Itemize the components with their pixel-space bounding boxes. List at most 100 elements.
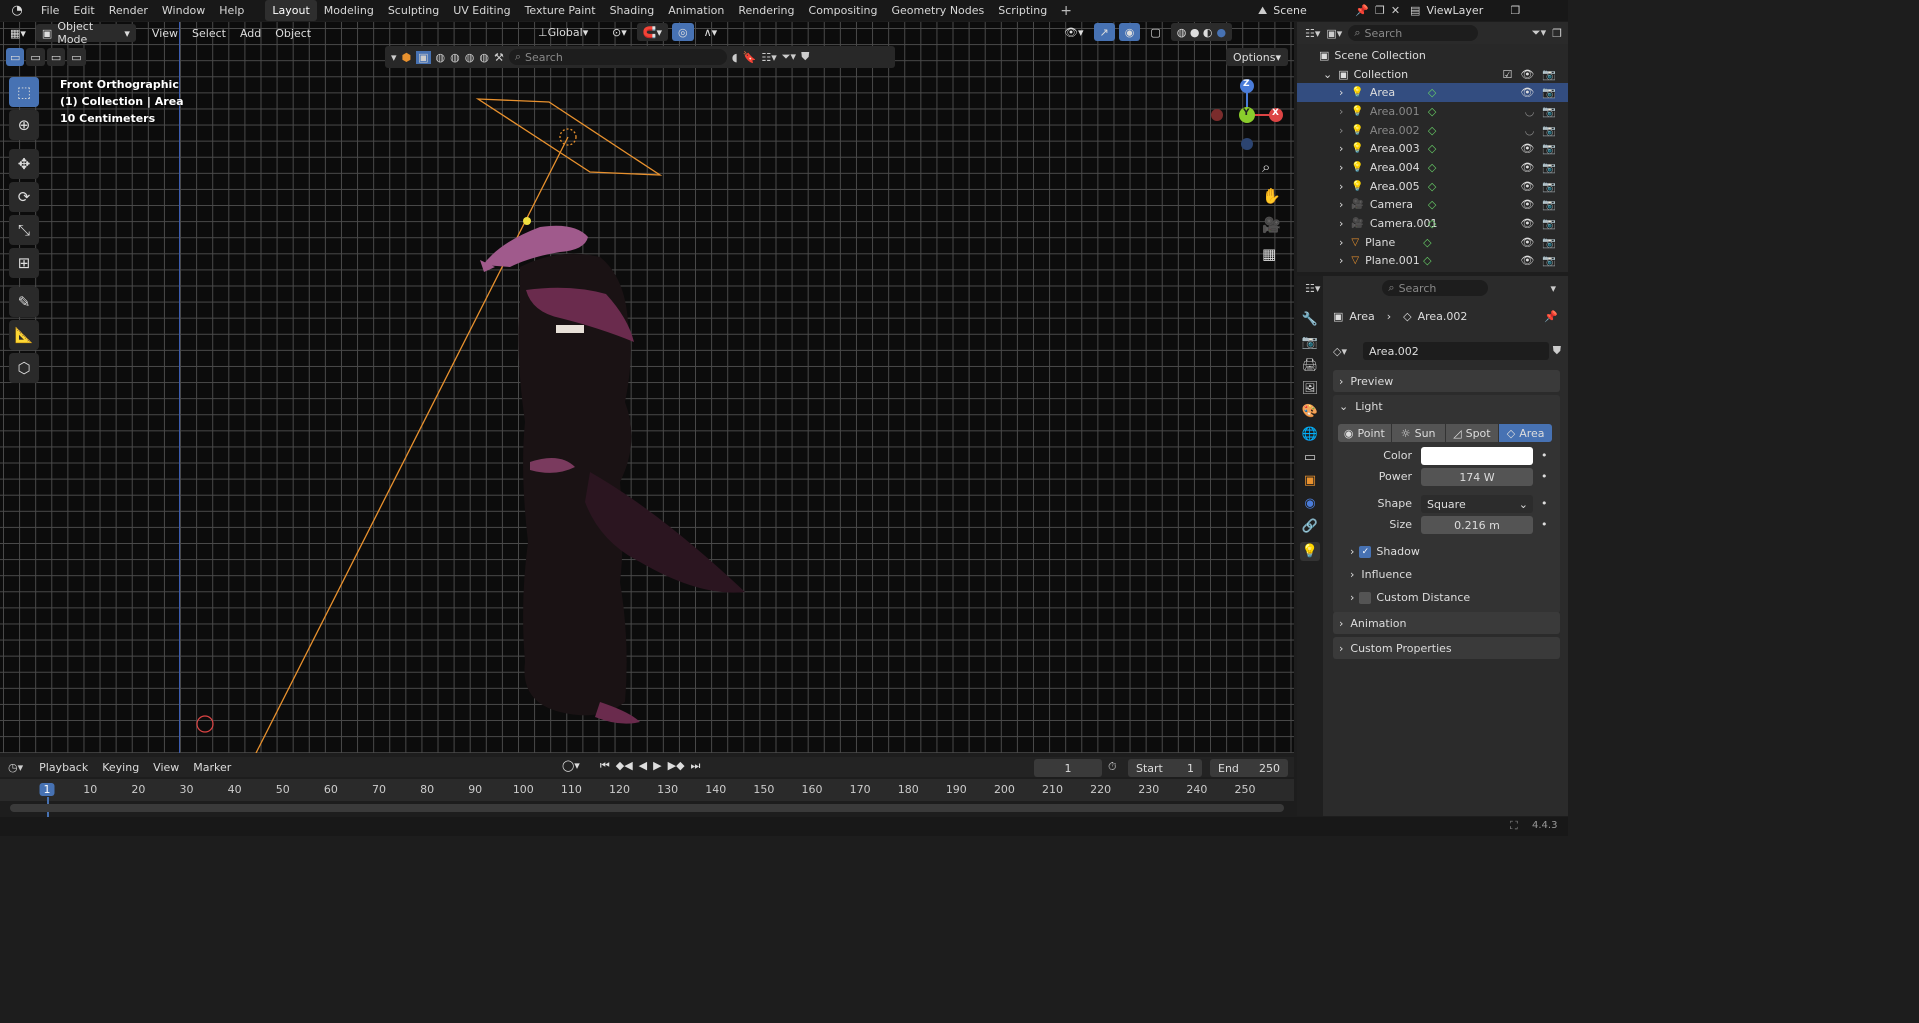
- eye-icon[interactable]: ◡: [1525, 124, 1535, 137]
- eye-icon[interactable]: 👁: [1520, 254, 1534, 267]
- tab-rendering[interactable]: Rendering: [731, 0, 801, 21]
- tab-modeling[interactable]: Modeling: [317, 0, 381, 21]
- viewlayer-icon[interactable]: ▤: [1410, 4, 1420, 17]
- chevron-right-icon[interactable]: ›: [1339, 217, 1343, 230]
- timeline-editor-icon[interactable]: ◷▾: [8, 761, 23, 774]
- scene-icon[interactable]: ⛰: [1258, 4, 1267, 18]
- eye-icon[interactable]: 👁: [1520, 217, 1534, 230]
- preview-panel-header[interactable]: › Preview: [1333, 370, 1560, 392]
- keyframe-dot-icon[interactable]: •: [1541, 470, 1548, 483]
- outliner-row[interactable]: › 💡 Area.003 ◇ 👁 📷: [1297, 139, 1568, 158]
- add-workspace-icon[interactable]: +: [1054, 3, 1078, 19]
- scene-tab-icon[interactable]: 🎨: [1302, 404, 1318, 419]
- camera-render-icon[interactable]: 📷: [1542, 180, 1556, 193]
- outliner-editor-icon[interactable]: ☷▾: [1305, 27, 1320, 40]
- tool-tab-icon[interactable]: 🔧: [1302, 312, 1318, 327]
- camera-render-icon[interactable]: 📷: [1542, 161, 1556, 174]
- jump-end-icon[interactable]: ⏭: [691, 759, 701, 773]
- chevron-right-icon[interactable]: ›: [1339, 124, 1343, 137]
- outliner-row[interactable]: › ▽ Plane ◇ 👁 📷: [1297, 233, 1568, 252]
- navigation-gizmo[interactable]: Z X Y: [1208, 76, 1288, 156]
- pin-icon[interactable]: 📌: [1355, 4, 1369, 17]
- collection-tab-icon[interactable]: ▭: [1304, 450, 1316, 465]
- light-data-tab-icon[interactable]: 💡: [1299, 542, 1321, 561]
- camera-render-icon[interactable]: 📷: [1542, 124, 1556, 137]
- camera-render-icon[interactable]: 📷: [1542, 68, 1556, 81]
- size-field[interactable]: 0.216 m: [1421, 516, 1533, 534]
- play-icon[interactable]: ▶: [653, 759, 661, 773]
- tab-animation[interactable]: Animation: [661, 0, 731, 21]
- timeline-menu-keying[interactable]: Keying: [96, 758, 145, 776]
- datablock-browse-icon[interactable]: ◇▾: [1333, 345, 1359, 358]
- eye-icon[interactable]: ◡: [1525, 105, 1535, 118]
- shadow-checkbox[interactable]: ✓: [1359, 545, 1372, 558]
- blender-logo-icon[interactable]: ◔: [0, 3, 34, 18]
- properties-search-input[interactable]: ⌕ Search: [1382, 280, 1489, 296]
- outliner-row[interactable]: › 💡 Area ◇ 👁 📷: [1297, 83, 1568, 103]
- menu-edit[interactable]: Edit: [66, 0, 101, 21]
- display-mode-icon[interactable]: ▣▾: [1326, 27, 1342, 40]
- chevron-right-icon[interactable]: ›: [1339, 254, 1343, 267]
- light-type-sun[interactable]: ☼ Sun: [1391, 424, 1445, 442]
- data-icon[interactable]: ◇: [1428, 105, 1436, 118]
- chevron-right-icon[interactable]: ›: [1339, 86, 1343, 99]
- data-icon[interactable]: ◇: [1428, 124, 1436, 137]
- zoom-icon[interactable]: ⌕: [1262, 158, 1281, 176]
- data-icon[interactable]: ◇: [1428, 198, 1436, 211]
- viewlayer-name[interactable]: ViewLayer: [1426, 4, 1504, 17]
- timeline-scrollbar[interactable]: [10, 804, 1284, 812]
- outliner-row[interactable]: › 🎥 Camera ◇ 👁 📷: [1297, 196, 1568, 215]
- custom-distance-subpanel[interactable]: › Custom Distance: [1350, 591, 1470, 604]
- pan-hand-icon[interactable]: ✋: [1262, 187, 1281, 205]
- chevron-down-icon[interactable]: ▾: [1550, 282, 1556, 295]
- next-keyframe-icon[interactable]: ▶◆: [668, 759, 685, 773]
- camera-render-icon[interactable]: 📷: [1542, 254, 1556, 267]
- data-icon[interactable]: ◇: [1428, 86, 1436, 99]
- power-field[interactable]: 174 W: [1421, 468, 1533, 486]
- checkbox-icon[interactable]: ☑: [1502, 68, 1512, 81]
- shadow-subpanel[interactable]: › ✓ Shadow: [1350, 545, 1420, 558]
- scene-collection-row[interactable]: ▣ Scene Collection: [1297, 46, 1568, 65]
- pin-icon[interactable]: 📌: [1544, 310, 1558, 323]
- timeline-menu-view[interactable]: View: [147, 758, 185, 776]
- timeline-menu-marker[interactable]: Marker: [187, 758, 237, 776]
- eye-icon[interactable]: 👁: [1520, 180, 1534, 193]
- collection-row[interactable]: ⌄ ▣ Collection ☑ 👁 📷: [1297, 65, 1568, 84]
- eye-icon[interactable]: 👁: [1520, 161, 1534, 174]
- constraints-tab-icon[interactable]: 🔗: [1302, 519, 1318, 534]
- view-layer-tab-icon[interactable]: 🖼: [1302, 381, 1319, 396]
- end-frame-field[interactable]: End 250: [1210, 759, 1288, 777]
- prev-keyframe-icon[interactable]: ◆◀: [616, 759, 633, 773]
- chevron-right-icon[interactable]: ›: [1339, 105, 1343, 118]
- outliner-row[interactable]: › 💡 Area.004 ◇ 👁 📷: [1297, 158, 1568, 177]
- tab-uv-editing[interactable]: UV Editing: [446, 0, 517, 21]
- world-tab-icon[interactable]: 🌐: [1302, 427, 1318, 442]
- 3d-viewport[interactable]: ▦▾ ▣ Object Mode ▾ View Select Add Object ⊥ G…: [0, 22, 1294, 753]
- grid-view-icon[interactable]: ▦: [1262, 245, 1281, 263]
- chevron-right-icon[interactable]: ›: [1339, 180, 1343, 193]
- shape-select[interactable]: Square ⌄: [1421, 495, 1533, 513]
- camera-render-icon[interactable]: 📷: [1542, 236, 1556, 249]
- current-frame-field[interactable]: 1: [1034, 759, 1102, 777]
- new-collection-icon[interactable]: ❐: [1552, 27, 1562, 40]
- tab-texture-paint[interactable]: Texture Paint: [518, 0, 603, 21]
- outliner-row[interactable]: › 🎥 Camera.001 ◇ 👁 📷: [1297, 214, 1568, 233]
- record-icon[interactable]: ◯▾: [562, 759, 580, 773]
- keyframe-dot-icon[interactable]: •: [1541, 518, 1548, 531]
- tab-shading[interactable]: Shading: [603, 0, 662, 21]
- data-icon[interactable]: ◇: [1423, 236, 1431, 249]
- outliner-row[interactable]: › 💡 Area.001 ◇ ◡ 📷: [1297, 102, 1568, 121]
- outliner-row[interactable]: › ▽ Plane.001 ◇ 👁 📷: [1297, 252, 1568, 271]
- camera-render-icon[interactable]: 📷: [1542, 86, 1556, 99]
- data-icon[interactable]: ◇: [1428, 217, 1436, 230]
- tab-sculpting[interactable]: Sculpting: [381, 0, 446, 21]
- light-panel-header[interactable]: ⌄ Light: [1333, 395, 1560, 417]
- tab-geometry-nodes[interactable]: Geometry Nodes: [884, 0, 991, 21]
- delete-scene-icon[interactable]: ✕: [1391, 4, 1400, 17]
- camera-render-icon[interactable]: 📷: [1542, 198, 1556, 211]
- custom-properties-panel-header[interactable]: › Custom Properties: [1333, 637, 1560, 659]
- jump-start-icon[interactable]: ⏮: [600, 759, 610, 773]
- menu-help[interactable]: Help: [212, 0, 251, 21]
- chevron-right-icon[interactable]: ›: [1339, 236, 1343, 249]
- menu-render[interactable]: Render: [102, 0, 155, 21]
